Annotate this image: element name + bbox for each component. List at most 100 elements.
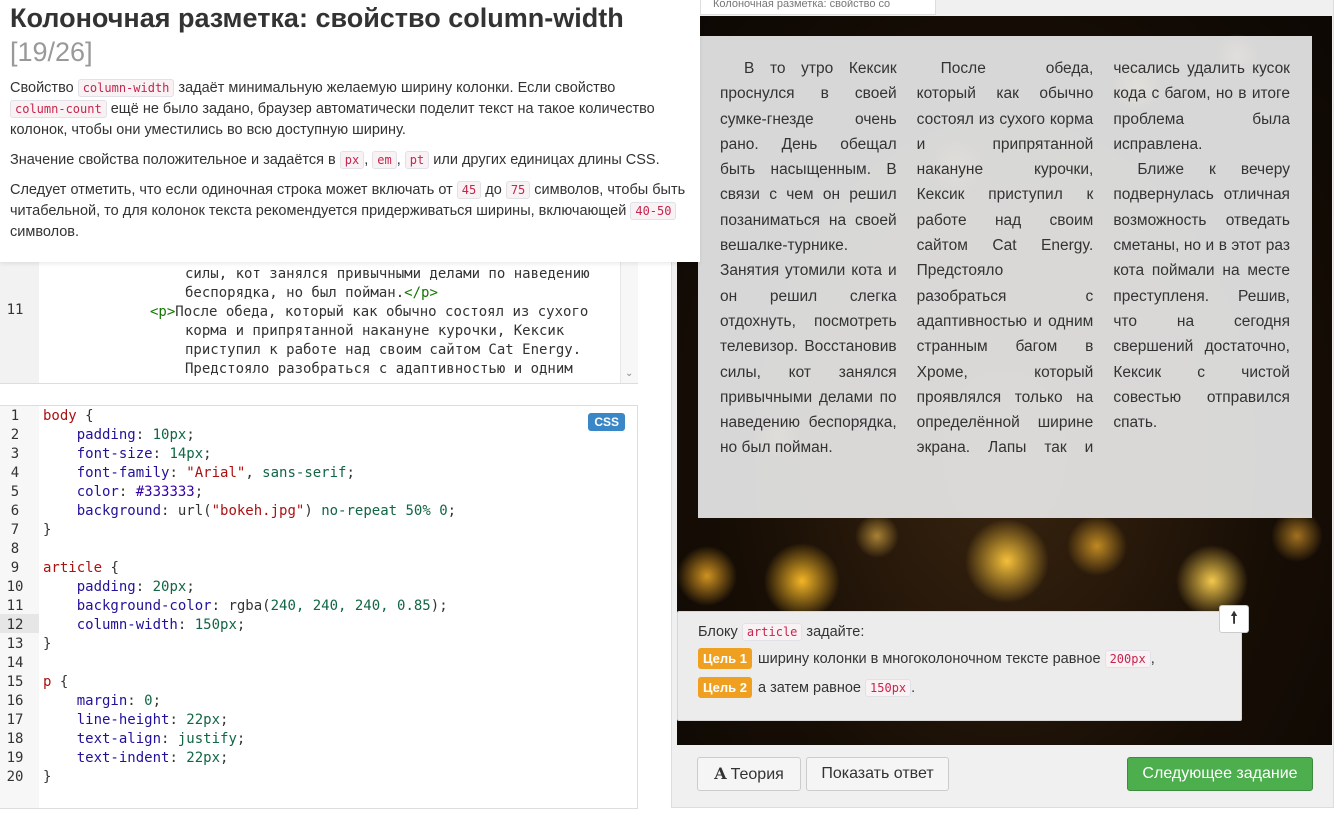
text: Свойство — [10, 80, 78, 96]
code-line[interactable]: padding: 10px; — [43, 426, 195, 445]
code-line[interactable]: Предстояло разобраться с адаптивностью и… — [185, 360, 573, 378]
goal-text: ширину колонки в многоколоночном тексте … — [757, 651, 1105, 667]
line-number: 17 — [6, 712, 24, 728]
inline-code: 40-50 — [630, 202, 677, 220]
preview-article: В то утро Кексик проснулся в своей сумке… — [698, 36, 1312, 518]
code-line[interactable]: text-align: justify; — [43, 730, 246, 749]
text-icon: A — [714, 764, 727, 783]
line-number: 16 — [6, 693, 24, 709]
css-selector: article — [43, 560, 103, 576]
article-paragraph: Ближе к вечеру подвернулась отличная воз… — [1113, 161, 1290, 432]
collapse-task-button[interactable]: 🠕 — [1219, 605, 1249, 633]
code-line[interactable]: padding: 20px; — [43, 578, 195, 597]
preview-tab[interactable]: Колоночная разметка: свойство co — [700, 0, 936, 15]
code-line[interactable]: background-color: rgba(240, 240, 240, 0.… — [43, 597, 448, 616]
code-line[interactable]: margin: 0; — [43, 692, 161, 711]
code-line[interactable]: article { — [43, 559, 119, 578]
code-line[interactable]: background: url("bokeh.jpg") no-repeat 5… — [43, 502, 456, 521]
code-line[interactable]: беспорядка, но был пойман.</p> — [185, 284, 438, 302]
code-tag: <p> — [150, 304, 176, 320]
line-number: 2 — [10, 427, 20, 443]
inline-code: 200px — [1104, 650, 1151, 668]
line-number: 14 — [6, 655, 24, 671]
theory-button[interactable]: A Теория — [697, 757, 801, 791]
code-text: ) — [430, 598, 440, 614]
css-value: 0 — [439, 503, 448, 519]
theory-paragraph-2: Значение свойства положительное и задаёт… — [10, 150, 690, 171]
css-property: text-align — [76, 731, 162, 747]
chevron-down-icon[interactable]: ⌄ — [625, 368, 633, 379]
css-string: "Arial" — [186, 465, 246, 481]
css-property: text-indent — [76, 750, 170, 766]
text: до — [481, 182, 506, 198]
line-number: 18 — [6, 731, 24, 747]
text: , — [396, 152, 405, 168]
code-line[interactable]: font-family: "Arial", sans-serif; — [43, 464, 355, 483]
html-editor[interactable]: 11 силы, кот занялся привычными делами п… — [0, 262, 638, 384]
code-line[interactable]: line-height: 22px; — [43, 711, 229, 730]
goal-badge: Цель 2 — [698, 677, 752, 698]
inline-code: article — [741, 623, 803, 641]
text: Следует отметить, что если одиночная стр… — [10, 182, 457, 198]
theory-button-label: Теория — [730, 766, 784, 783]
inline-code: 150px — [865, 679, 912, 697]
code-text: url( — [177, 503, 212, 519]
text: Блоку — [698, 624, 742, 640]
css-value: #333333 — [135, 484, 195, 500]
inline-code: px — [339, 151, 365, 169]
css-value: 0 — [144, 693, 153, 709]
css-value: 20px — [152, 579, 187, 595]
line-number: 4 — [10, 465, 20, 481]
theory-panel: Колоночная разметка: свойство column-wid… — [0, 0, 700, 262]
theory-paragraph-3: Следует отметить, что если одиночная стр… — [10, 180, 690, 243]
html-editor-scrollbar[interactable]: ⌄ — [620, 262, 638, 383]
line-number: 12 — [6, 617, 24, 633]
code-line[interactable]: font-size: 14px; — [43, 445, 212, 464]
line-number: 13 — [6, 636, 24, 652]
css-keyword: no-repeat — [321, 503, 398, 519]
css-property: background — [76, 503, 162, 519]
code-line[interactable]: корма и припрятанной накануне курочки, К… — [185, 322, 564, 340]
article-paragraph: В то утро Кексик проснулся в своей сумке… — [720, 60, 897, 457]
inline-code: em — [372, 151, 397, 169]
line-number: 9 — [10, 560, 20, 576]
code-line[interactable]: } — [43, 521, 51, 540]
show-answer-button[interactable]: Показать ответ — [806, 757, 949, 791]
line-number: 8 — [10, 541, 20, 557]
code-line[interactable]: } — [43, 768, 51, 787]
inline-code: 75 — [505, 181, 531, 199]
css-selector: body — [43, 408, 77, 424]
theory-paragraph-1: Свойство column-width задаёт минимальную… — [10, 78, 690, 141]
code-line[interactable]: приступил к работе над своим сайтом Cat … — [185, 341, 581, 359]
text: . — [911, 680, 916, 696]
inline-code: pt — [404, 151, 430, 169]
next-task-button[interactable]: Следующее задание — [1127, 757, 1313, 791]
code-text: ) — [304, 503, 313, 519]
code-line[interactable]: color: #333333; — [43, 483, 203, 502]
css-editor[interactable]: 1 2 3 4 5 6 7 8 9 10 11 12 13 14 15 16 1… — [0, 405, 638, 809]
text: задаёт минимальную желаемую ширину колон… — [174, 80, 616, 96]
code-line[interactable]: } — [43, 635, 51, 654]
page-title: Колоночная разметка: свойство column-wid… — [10, 2, 690, 69]
css-property: font-size — [76, 446, 153, 462]
code-text: { — [76, 408, 94, 424]
css-value: 50% — [405, 503, 431, 519]
css-language-badge: CSS — [588, 413, 625, 431]
line-number: 10 — [6, 579, 24, 595]
code-line[interactable]: p { — [43, 673, 68, 692]
css-value: 10px — [152, 427, 187, 443]
task-intro: Блоку article задайте: — [698, 623, 1221, 641]
css-property: padding — [76, 427, 136, 443]
code-line[interactable]: силы, кот занялся привычными делами по н… — [185, 265, 590, 283]
code-line[interactable]: <p>После обеда, который как обычно состо… — [150, 303, 588, 321]
line-number: 7 — [10, 522, 20, 538]
line-number: 20 — [6, 769, 24, 785]
text: символов. — [10, 224, 80, 240]
code-line[interactable]: body { — [43, 407, 94, 426]
css-property: padding — [76, 579, 136, 595]
line-number: 19 — [6, 750, 24, 766]
code-text: rgba( — [228, 598, 271, 614]
code-line[interactable]: column-width: 150px; — [43, 616, 246, 635]
code-line[interactable]: text-indent: 22px; — [43, 749, 229, 768]
css-property: font-family — [76, 465, 170, 481]
